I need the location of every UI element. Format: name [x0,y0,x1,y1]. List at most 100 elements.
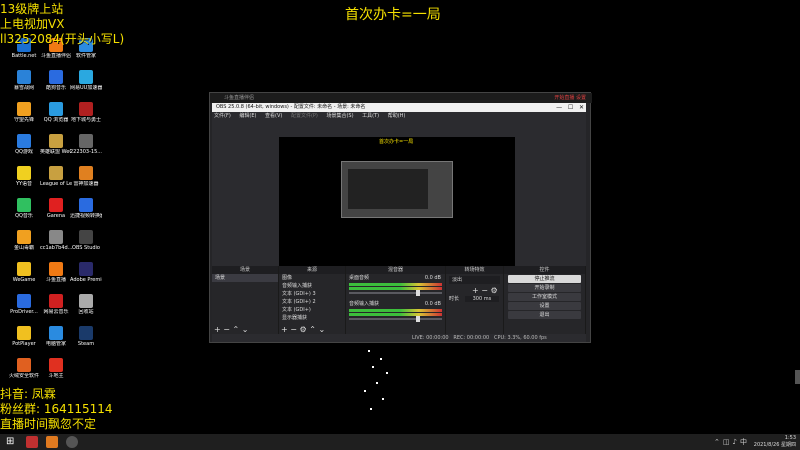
desktop-icon[interactable]: 雷神加速器 [70,166,102,202]
taskbar-app-icon[interactable] [26,436,38,448]
app-icon [49,70,63,84]
menu-profile[interactable]: 配置文件(P) [291,113,318,119]
host-app-titlebar: 斗鱼直播伴侣 开始直播 设置 [210,93,592,103]
source-item[interactable]: 音频输入捕获 [279,282,345,290]
desktop-icon[interactable]: OBS Studio [70,230,102,266]
studio-mode-button[interactable]: 工作室模式 [508,293,581,301]
app-icon [79,70,93,84]
menu-tools[interactable]: 工具(T) [362,113,379,119]
gear-icon[interactable]: ⚙ [491,286,498,295]
volume-slider[interactable] [349,316,442,322]
desktop-icon[interactable]: ProDriver... [8,294,40,330]
desktop-icon-label: 斗地主 [48,373,64,379]
close-icon[interactable]: ✕ [579,104,584,111]
chevron-up-icon[interactable]: ⌃ [233,325,240,334]
source-item[interactable]: 文本 (GDI+) 2 [279,298,345,306]
obs-menubar: 文件(F) 编辑(E) 查看(V) 配置文件(P) 场景集合(S) 工具(T) … [212,112,586,120]
mixer-channel: 桌面音频 0.0 dB [346,274,445,296]
rec-status: REC: 00:00:00 [453,335,490,341]
menu-view[interactable]: 查看(V) [265,113,282,119]
scene-item[interactable]: 场景 [212,274,278,282]
desktop-icon[interactable]: YY语音 [8,166,40,202]
desktop-icon[interactable]: Adobe Premie... [70,262,102,298]
remove-icon[interactable]: − [223,325,230,334]
add-icon[interactable]: + [281,325,288,334]
taskbar-clock[interactable]: 1:53 2021/8/26 星期四 [754,435,796,449]
desktop-icon[interactable]: 网易云音乐 [40,294,72,330]
obs-statusbar: LIVE: 00:00:00 REC: 00:00:00 CPU: 3.3%, … [212,334,586,342]
transition-select[interactable]: 淡出 [449,276,500,284]
minimize-icon[interactable]: — [556,104,562,111]
desktop-icon[interactable]: 电脑管家 [40,326,72,362]
exit-button[interactable]: 退出 [508,311,581,319]
desktop-icon[interactable]: 地下城与勇士 [70,102,102,138]
desktop-icon[interactable]: 守望先锋 [8,102,40,138]
desktop-icon-label: 英雄联盟 WeGame版 [40,149,72,155]
sparkle [376,382,378,384]
menu-file[interactable]: 文件(F) [214,113,231,119]
obs-taskbar-icon[interactable] [66,436,78,448]
desktop-icon[interactable]: PotPlayer [8,326,40,362]
preview-canvas[interactable]: 首次办卡=一局 [279,137,515,267]
remove-icon[interactable]: − [481,286,488,295]
source-item[interactable]: 显示器捕获 [279,314,345,322]
chevron-up-icon[interactable]: ⌃ [714,438,723,446]
desktop-icon[interactable]: 斗鱼直播 [40,262,72,298]
desktop-icon[interactable]: 英雄联盟 WeGame版 [40,134,72,170]
chevron-down-icon[interactable]: ⌄ [242,325,249,334]
desktop-icon[interactable]: 金山毒霸 [8,230,40,266]
source-item[interactable]: 文本 (GDI+) [279,306,345,314]
sparkle [386,372,388,374]
stop-streaming-button[interactable]: 停止推流 [508,275,581,283]
app-icon [17,70,31,84]
maximize-icon[interactable]: ☐ [568,104,573,111]
app-icon [17,326,31,340]
app-icon [79,102,93,116]
volume-meter [349,287,442,290]
windows-start-icon[interactable]: ⊞ [6,436,18,448]
menu-edit[interactable]: 编辑(E) [239,113,256,119]
desktop-icon[interactable]: 迅捷视频转换器 [70,198,102,234]
desktop-icon-label: QQ音乐 [15,213,33,219]
network-icon[interactable]: ◫ [723,438,733,446]
taskbar-app-icon[interactable] [46,436,58,448]
scrollbar-thumb[interactable] [795,370,800,384]
desktop-icon[interactable]: QQ 浏览器 [40,102,72,138]
desktop-icon[interactable]: Garena [40,198,72,234]
cpu-status: CPU: 3.3%, 60.00 fps [494,335,547,341]
settings-button[interactable]: 设置 [508,302,581,310]
desktop-icon[interactable]: League of Legends [40,166,72,202]
desktop-icon[interactable]: 回收站 [70,294,102,330]
volume-slider-knob[interactable] [415,316,420,322]
source-item[interactable]: 图像 [279,274,345,282]
desktop-icon[interactable]: 酷狗音乐 [40,70,72,106]
add-icon[interactable]: + [214,325,221,334]
volume-meter [349,309,442,312]
volume-slider-knob[interactable] [415,290,420,296]
desktop-icon-label: PotPlayer [12,341,36,347]
desktop-icon[interactable]: QQ音乐 [8,198,40,234]
menu-scene-collection[interactable]: 场景集合(S) [326,113,353,119]
source-item[interactable]: 文本 (GDI+) 3 [279,290,345,298]
desktop-icon[interactable]: WeGame [8,262,40,298]
desktop-icon[interactable]: Steam [70,326,102,362]
desktop-icon[interactable]: 网易UU加速器 [70,70,102,106]
duration-input[interactable]: 300 ms [464,296,500,302]
start-recording-button[interactable]: 开始录制 [508,284,581,292]
desktop-icon-label: 迅捷视频转换器 [70,213,102,219]
remove-icon[interactable]: − [290,325,297,334]
scenes-dock: 场景 场景 + − ⌃ ⌄ [212,266,279,342]
desktop-icon[interactable]: cc1ab7b4d... [40,230,72,266]
chevron-down-icon[interactable]: ⌄ [318,325,325,334]
desktop-icon[interactable]: QQ游戏 [8,134,40,170]
menu-help[interactable]: 帮助(H) [388,113,406,119]
add-icon[interactable]: + [472,286,479,295]
chevron-up-icon[interactable]: ⌃ [309,325,316,334]
volume-icon[interactable]: ♪ [733,438,740,446]
gear-icon[interactable]: ⚙ [300,325,307,334]
input-method-icon[interactable]: 中 [740,438,750,446]
host-app-actions[interactable]: 开始直播 设置 [554,94,586,101]
volume-slider[interactable] [349,290,442,296]
desktop-icon[interactable]: 222303-15... [70,134,102,170]
desktop-icon[interactable]: 暴雪战网 [8,70,40,106]
